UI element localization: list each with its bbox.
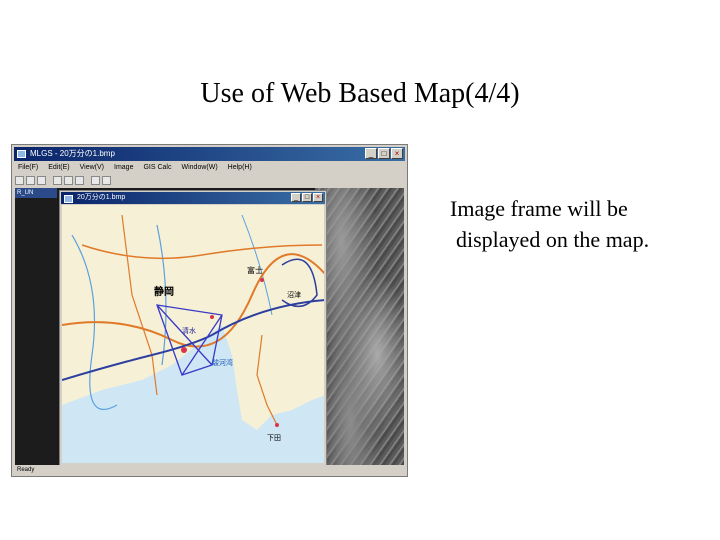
terrain-image xyxy=(315,188,404,465)
map-window-icon xyxy=(64,195,73,203)
map-label-shimizu: 清水 xyxy=(182,326,196,335)
menu-bar: File(F) Edit(E) View(V) Image GIS Calc W… xyxy=(15,162,404,174)
map-label-bay: 駿河湾 xyxy=(212,358,233,367)
status-bar: Ready xyxy=(17,467,35,473)
map-label-fuji: 富士 xyxy=(247,265,263,275)
app-title: MLGS - 20万分の1.bmp xyxy=(30,149,115,158)
menu-edit[interactable]: Edit(E) xyxy=(48,162,69,174)
toolbar-separator xyxy=(48,176,51,185)
cut-icon[interactable] xyxy=(53,175,62,185)
map-label-main-city: 静岡 xyxy=(154,285,174,298)
toolbar-separator xyxy=(86,176,89,185)
slide-title: Use of Web Based Map(4/4) xyxy=(200,78,520,109)
menu-window[interactable]: Window(W) xyxy=(182,162,218,174)
town-marker xyxy=(210,315,214,319)
help-icon[interactable] xyxy=(102,175,111,185)
print-icon[interactable] xyxy=(91,175,100,185)
map-window-title: 20万分の1.bmp xyxy=(77,194,126,201)
mdi-client: R_UN 20万分の1.bmp _ □ × 静岡 清水 富士 沼津 駿河湾 下田 xyxy=(15,188,404,465)
town-marker xyxy=(181,347,187,353)
caption-line-1: Image frame will be xyxy=(450,196,628,221)
town-marker xyxy=(260,278,264,282)
open-folder-icon[interactable] xyxy=(26,175,35,185)
menu-image[interactable]: Image xyxy=(114,162,133,174)
map-close-button[interactable]: × xyxy=(313,193,323,202)
save-icon[interactable] xyxy=(37,175,46,185)
map-minimize-button[interactable]: _ xyxy=(291,193,301,202)
maximize-button[interactable]: □ xyxy=(378,148,390,159)
paste-icon[interactable] xyxy=(75,175,84,185)
layer-panel: R_UN xyxy=(15,188,57,465)
app-window: MLGS - 20万分の1.bmp _ □ × File(F) Edit(E) … xyxy=(11,144,408,477)
map-window: 20万分の1.bmp _ □ × 静岡 清水 富士 沼津 駿河湾 下田 xyxy=(59,190,327,465)
new-file-icon[interactable] xyxy=(15,175,24,185)
map-view[interactable]: 静岡 清水 富士 沼津 駿河湾 下田 xyxy=(62,205,324,463)
menu-view[interactable]: View(V) xyxy=(80,162,104,174)
map-label-numazu: 沼津 xyxy=(287,290,301,299)
menu-help[interactable]: Help(H) xyxy=(228,162,252,174)
map-maximize-button[interactable]: □ xyxy=(302,193,312,202)
map-label-shimoda: 下田 xyxy=(267,434,281,442)
app-titlebar[interactable]: MLGS - 20万分の1.bmp _ □ × xyxy=(14,147,405,161)
copy-icon[interactable] xyxy=(64,175,73,185)
town-marker xyxy=(275,423,279,427)
map-window-titlebar[interactable]: 20万分の1.bmp _ □ × xyxy=(61,192,325,204)
map-canvas[interactable]: 静岡 清水 富士 沼津 駿河湾 下田 xyxy=(62,205,324,463)
toolbar xyxy=(15,174,404,186)
caption-line-2: displayed on the map. xyxy=(456,227,650,252)
app-icon xyxy=(17,150,26,158)
slide-caption: Image frame will be displayed on the map… xyxy=(450,193,649,255)
layer-panel-header: R_UN xyxy=(15,188,57,198)
close-button[interactable]: × xyxy=(391,148,403,159)
minimize-button[interactable]: _ xyxy=(365,148,377,159)
menu-file[interactable]: File(F) xyxy=(18,162,38,174)
menu-gis-calc[interactable]: GIS Calc xyxy=(143,162,171,174)
